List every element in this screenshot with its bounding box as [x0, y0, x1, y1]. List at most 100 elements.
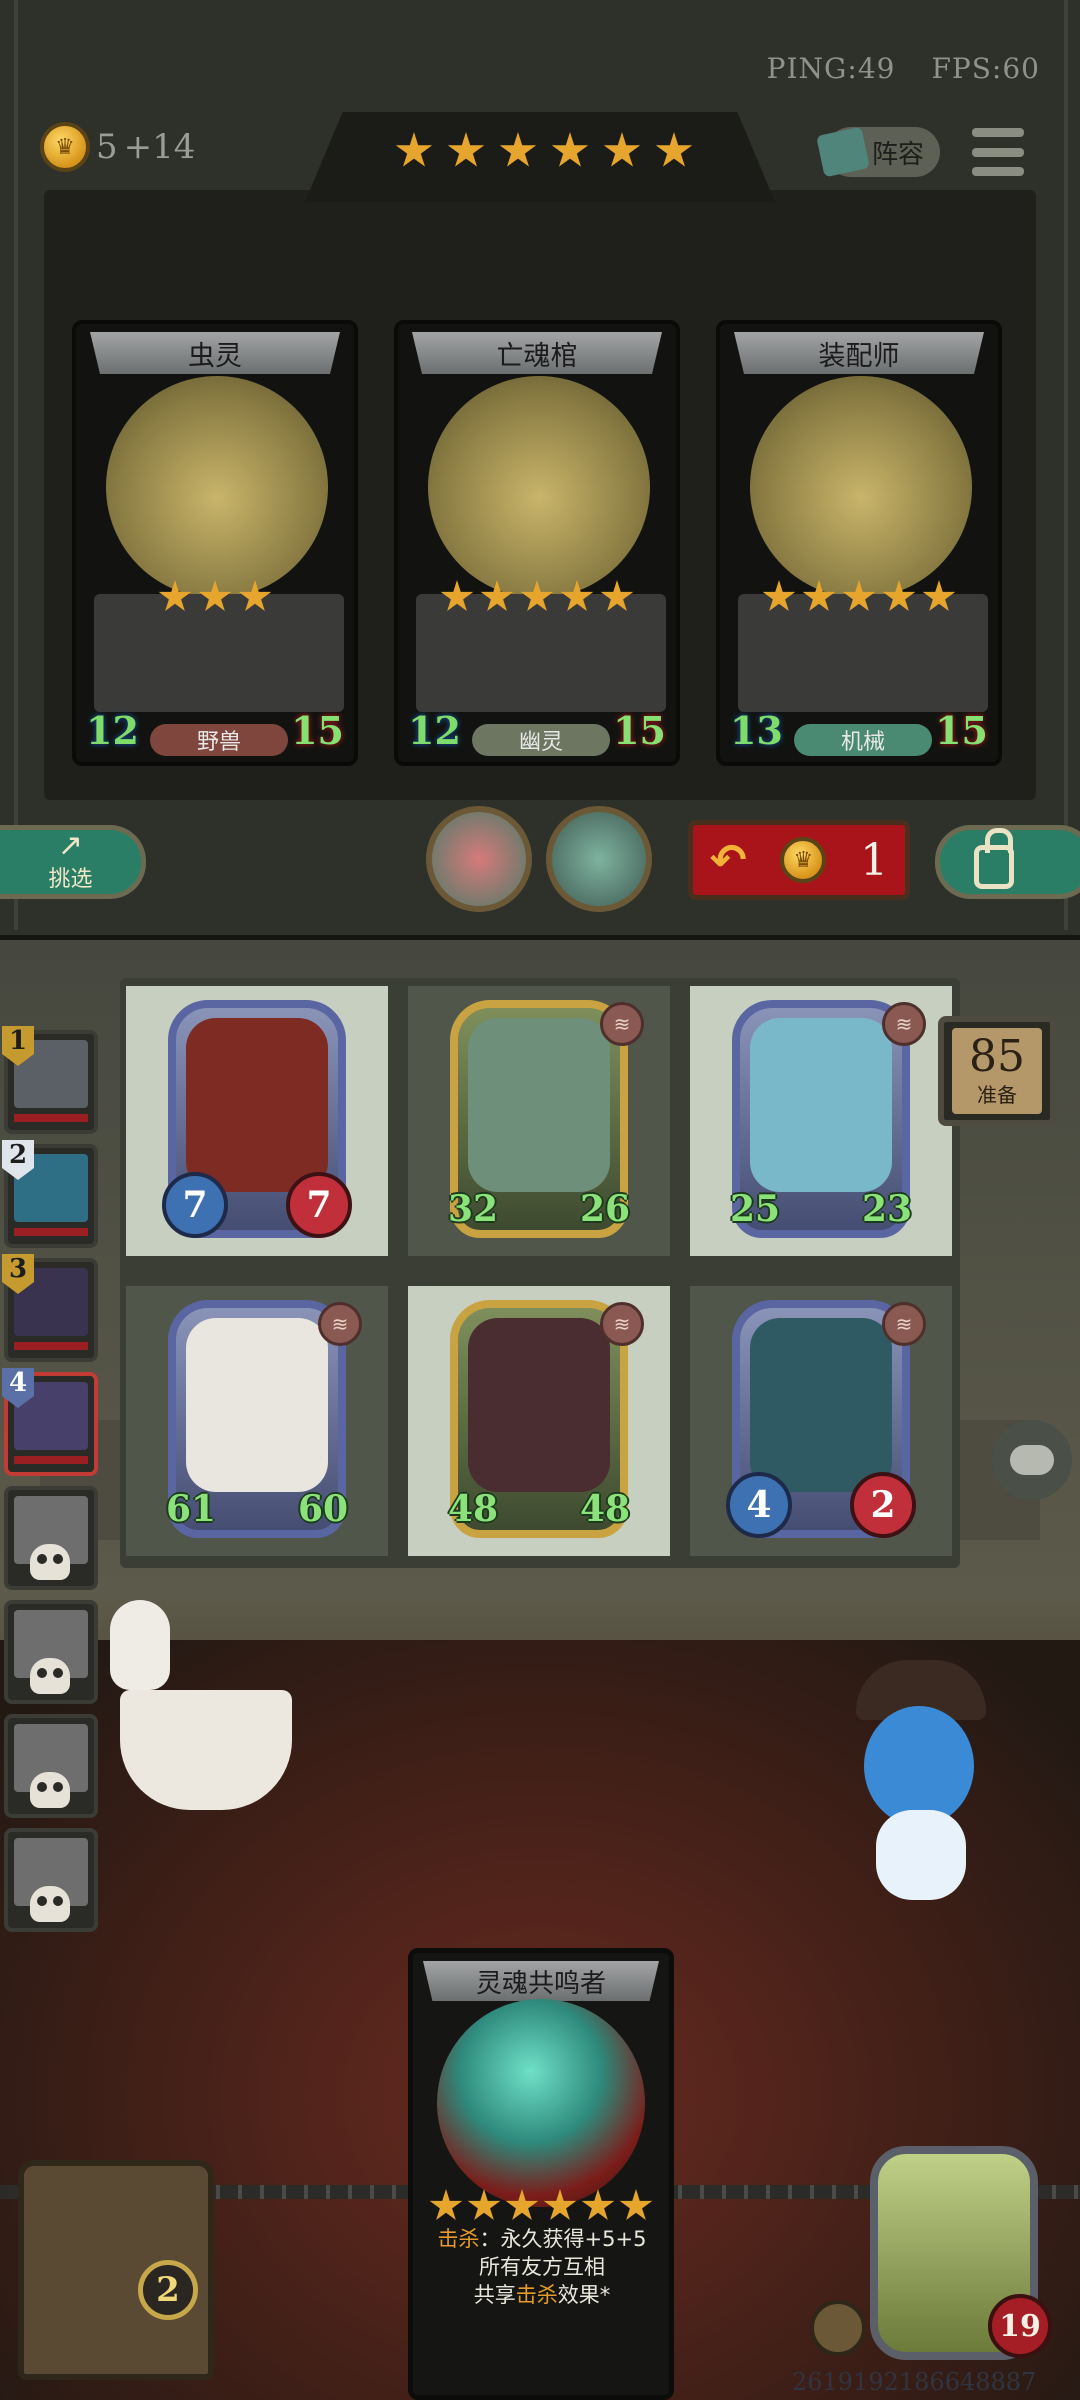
card-tribe: 机械: [794, 724, 932, 756]
card-name: 装配师: [734, 332, 984, 374]
board-slot: 4 2 ≋: [690, 1286, 952, 1556]
claw-icon: ≋: [882, 1302, 926, 1346]
card-art: [106, 376, 328, 598]
card-attack: 12: [408, 708, 461, 753]
fps-readout: FPS:60: [931, 52, 1040, 85]
opponent-entry[interactable]: [4, 1600, 98, 1704]
hero-portrait[interactable]: 19: [870, 2146, 1052, 2360]
minion-portrait: [750, 1018, 892, 1192]
minion-attack: 4: [726, 1472, 792, 1538]
star-icon: [762, 580, 796, 611]
minion-portrait: [468, 1318, 610, 1492]
pick-label: 挑选: [48, 867, 93, 892]
watermark-id: 2619192186648887: [792, 2368, 1037, 2396]
star-icon: [842, 580, 876, 611]
arrow-up-right-icon: ↗: [57, 828, 84, 863]
minion-card[interactable]: 25 23 ≋: [730, 1000, 926, 1238]
desc-line-3b: 效果*: [557, 2283, 611, 2307]
prep-timer: 85 准备: [938, 1016, 1056, 1126]
refresh-icon: ↶: [709, 834, 747, 886]
board-slot: 32 26 ≋: [408, 986, 670, 1256]
opponent-entry[interactable]: 1: [2, 1026, 98, 1134]
shop-card[interactable]: 装配师 13 15 机械: [716, 320, 1002, 766]
star-icon: [467, 2189, 501, 2220]
hero-power-button[interactable]: [810, 2300, 866, 2356]
lock-shop-button[interactable]: [935, 825, 1080, 899]
minion-card[interactable]: 4 2 ≋: [726, 1300, 926, 1538]
star-icon: [543, 2189, 577, 2220]
card-attack: 13: [730, 708, 783, 753]
card-stars: [720, 580, 998, 614]
minion-card[interactable]: 77: [162, 1000, 352, 1238]
board-slot: 25 23 ≋: [690, 986, 952, 1256]
hand-card-description: 击杀：永久获得+5+5 所有友方互相 共享击杀效果*: [425, 2225, 659, 2309]
ping-readout: PING:49: [766, 52, 896, 85]
menu-icon[interactable]: [972, 128, 1024, 176]
claw-icon: ≋: [600, 1302, 644, 1346]
card-attack: 12: [86, 708, 139, 753]
hero-health: 19: [988, 2294, 1052, 2358]
board-slot: 48 48 ≋: [408, 1286, 670, 1556]
opponent-health-bar: [14, 1342, 88, 1350]
star-icon: [480, 580, 514, 611]
minion-health: 48: [579, 1488, 631, 1530]
star-icon: [560, 580, 594, 611]
opponent-entry[interactable]: [4, 1828, 98, 1932]
card-name: 虫灵: [90, 332, 340, 374]
shop-panel: PING:49 FPS:60 ♛ 5 +14 阵容 虫灵 12 15 野兽 亡魂棺 12 1…: [0, 0, 1080, 941]
minion-attack: 61: [165, 1488, 217, 1530]
dragon-ability-icon[interactable]: [426, 806, 532, 912]
minion-card[interactable]: 32 26 ≋: [448, 1000, 644, 1238]
pick-button[interactable]: ↗ 挑选: [0, 825, 146, 899]
board-slot: 77: [126, 986, 388, 1256]
shop-card[interactable]: 虫灵 12 15 野兽: [72, 320, 358, 766]
opponent-health-bar: [14, 1456, 88, 1464]
opponent-entry[interactable]: 4: [2, 1368, 98, 1476]
star-icon: [447, 132, 485, 167]
bunny-decoration: [110, 1600, 170, 1690]
minion-attack: 32: [447, 1188, 499, 1230]
card-name: 亡魂棺: [412, 332, 662, 374]
gold-coin-icon: ♛: [780, 837, 827, 883]
hand-card[interactable]: 灵魂共鸣者 击杀：永久获得+5+5 所有友方互相 共享击杀效果*: [408, 1948, 674, 2400]
star-icon: [655, 132, 693, 167]
network-status: PING:49 FPS:60: [767, 52, 1040, 85]
star-icon: [238, 580, 272, 611]
star-icon: [581, 2189, 615, 2220]
gold-amount: 5: [96, 127, 118, 167]
minion-portrait: [186, 1018, 328, 1192]
skull-icon: [30, 1544, 70, 1580]
opponent-entry[interactable]: 2: [2, 1140, 98, 1248]
star-icon: [429, 2189, 463, 2220]
star-icon: [158, 580, 192, 611]
claw-icon: ≋: [600, 1002, 644, 1046]
refresh-button[interactable]: ↶ ♛ 1: [688, 820, 910, 900]
minion-attack: 7: [162, 1172, 228, 1238]
star-icon: [520, 580, 554, 611]
shop-card[interactable]: 亡魂棺 12 15 幽灵: [394, 320, 680, 766]
star-icon: [600, 580, 634, 611]
star-icon: [395, 132, 433, 167]
lineup-button[interactable]: 阵容: [816, 126, 940, 178]
minion-card[interactable]: 61 60 ≋: [166, 1300, 362, 1538]
pirate-dolphin-mascot: [836, 1660, 996, 1920]
hand-card-art: [437, 1999, 645, 2207]
star-icon: [802, 580, 836, 611]
minion-card[interactable]: 48 48 ≋: [448, 1300, 644, 1538]
chat-icon[interactable]: [992, 1420, 1072, 1500]
gold-coin-icon: ♛: [40, 122, 90, 172]
minion-attack: 48: [447, 1488, 499, 1530]
card-tribe: 野兽: [150, 724, 288, 756]
opponent-entry[interactable]: 3: [2, 1254, 98, 1362]
star-icon: [551, 132, 589, 167]
totem-ability-icon[interactable]: [546, 806, 652, 912]
skull-icon: [30, 1772, 70, 1808]
tavern-upgrade-button[interactable]: 2: [18, 2160, 214, 2380]
opponent-entry[interactable]: [4, 1486, 98, 1590]
opponent-entry[interactable]: [4, 1714, 98, 1818]
card-tribe: 幽灵: [472, 724, 610, 756]
card-art: [750, 376, 972, 598]
keyword-kill: 击杀: [437, 2227, 480, 2251]
star-icon: [603, 132, 641, 167]
minion-portrait: [750, 1318, 892, 1492]
